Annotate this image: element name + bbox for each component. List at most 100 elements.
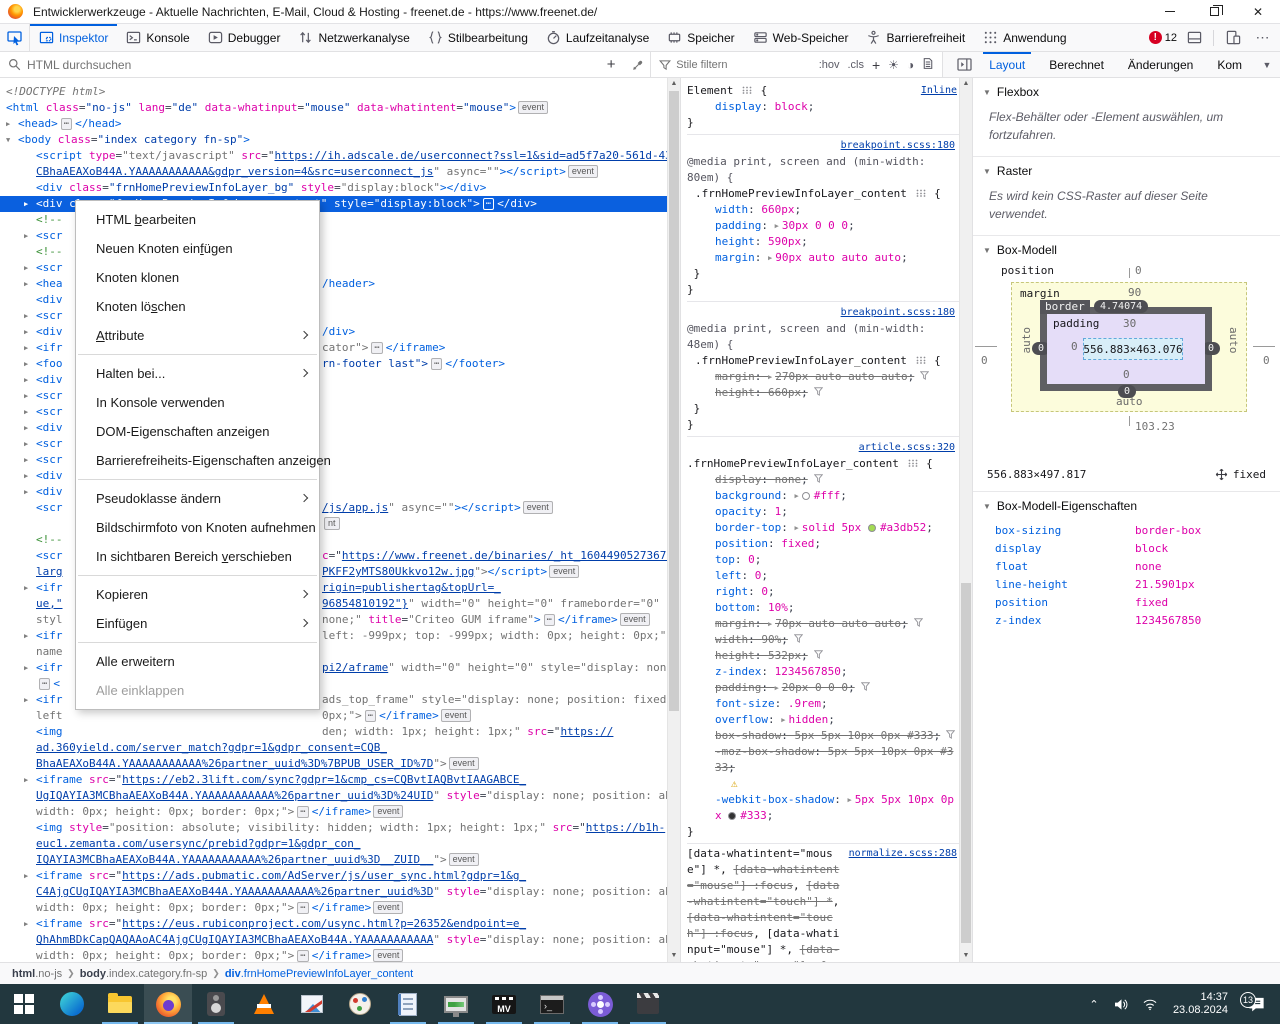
css-declaration[interactable]: padding: ▶ 30px 0 0 0;	[687, 218, 957, 234]
rule-selector[interactable]: [data-whatintent="mouse"] *, [data-whati…	[687, 846, 843, 962]
collapsed-children-badge[interactable]: ⋯	[297, 902, 309, 914]
event-badge[interactable]: nt	[324, 517, 340, 530]
margin-region[interactable]: margin 90 auto auto auto border 4.74074 …	[1011, 282, 1247, 412]
position-top-value[interactable]: 0	[1135, 264, 1142, 277]
expand-twisty-icon[interactable]: ▶	[24, 436, 36, 452]
breadcrumb-item-html[interactable]: html.no-js	[8, 968, 66, 980]
box-model-property-row[interactable]: z-index 1234567850	[995, 612, 1280, 630]
collapsed-children-badge[interactable]: ⋯	[364, 710, 377, 722]
rule-source-link[interactable]: break­point.scss:180	[841, 140, 955, 151]
tree-node-row[interactable]: ad.360yield.com/server_match?gdpr=1&gdpr…	[0, 740, 680, 756]
menu-item-edit-html[interactable]: HTML bearbeiten	[76, 205, 319, 234]
mv-app-icon[interactable]: MV	[480, 984, 528, 1024]
tree-node-row[interactable]: <div class="frnHomePreviewInfoLayer_bg" …	[0, 180, 680, 196]
css-declaration[interactable]: -moz-box-shadow: 5px 5px 10px 0px #333;	[687, 744, 957, 776]
css-declaration[interactable]: top: 0;	[687, 552, 957, 568]
margin-left-value[interactable]: auto	[1020, 327, 1033, 354]
terminal-icon[interactable]	[528, 984, 576, 1024]
photo-editor-icon[interactable]	[288, 984, 336, 1024]
css-declaration[interactable]: left: 0;	[687, 568, 957, 584]
media-player-icon[interactable]	[576, 984, 624, 1024]
css-declaration[interactable]: width: 660px;	[687, 202, 957, 218]
more-tabs-dropdown-button[interactable]: ▼	[1254, 53, 1280, 77]
taskbar-clock[interactable]: 14:37 23.08.2024	[1165, 991, 1236, 1017]
responsive-design-button[interactable]	[1220, 26, 1246, 50]
dark-theme-sim-button[interactable]: ◑	[903, 58, 918, 72]
css-declaration[interactable]: position: fixed;	[687, 536, 957, 552]
expand-twisty-icon[interactable]: ▶	[24, 308, 36, 324]
rule-selector[interactable]: .frnHomePreviewInfoLayer_content {	[687, 456, 957, 472]
tree-node-row[interactable]: <img den; width: 1px; height: 1px;" src="…	[0, 724, 680, 740]
event-badge[interactable]: event	[619, 613, 650, 626]
tab-storage[interactable]: Web-Speicher	[744, 24, 858, 51]
tab-network[interactable]: Netzwerkanalyse	[289, 24, 418, 51]
movie-app-icon[interactable]	[624, 984, 672, 1024]
paint-icon[interactable]	[336, 984, 384, 1024]
css-declaration[interactable]: z-index: 1234567850;	[687, 664, 957, 680]
css-declaration[interactable]: font-size: .9rem;	[687, 696, 957, 712]
rule-source-link[interactable]: Inline	[921, 83, 957, 99]
tree-node-row[interactable]: ▶ <iframe src="https://eus.rubiconproject…	[0, 916, 680, 932]
tree-node-row[interactable]: ▶ <iframe src="https://ads.pubmatic.com/A…	[0, 868, 680, 884]
system-monitor-icon[interactable]	[432, 984, 480, 1024]
expand-twisty-icon[interactable]: ▶	[24, 340, 36, 356]
filter-property-icon[interactable]	[793, 632, 804, 648]
margin-right-value[interactable]: auto	[1227, 327, 1240, 354]
tree-node-row[interactable]: ▶ <iframe src="https://eb2.3lift.com/sync…	[0, 772, 680, 788]
light-theme-sim-button[interactable]: ☀	[884, 58, 903, 72]
expand-twisty-icon[interactable]: ▶	[24, 372, 36, 388]
menu-item-change-pseudo-class[interactable]: Pseudoklasse ändern	[76, 484, 319, 513]
expand-twisty-icon[interactable]: ▶	[24, 692, 36, 708]
breadcrumb-item-div[interactable]: div.frnHomePreviewInfoLayer_content	[221, 968, 417, 980]
tree-node-row[interactable]: CBhaAEAXoB44A.YAAAAAAAAAAA&gdpr_version=…	[0, 164, 680, 180]
expand-twisty-icon[interactable]: ▶	[24, 260, 36, 276]
expand-twisty-icon[interactable]: ▶	[24, 628, 36, 644]
tree-node-row[interactable]: QhAhmBDkCapQAQAAoAC4AjgCUgIQAYIA3MCBhaAE…	[0, 932, 680, 948]
tab-debugger[interactable]: Debugger	[199, 24, 290, 51]
expand-twisty-icon[interactable]: ▶	[24, 868, 36, 884]
menu-item-create-new-node[interactable]: Neuen Knoten einfügen	[76, 234, 319, 263]
color-swatch[interactable]	[728, 812, 737, 820]
tab-performance[interactable]: Laufzeitanalyse	[537, 24, 658, 51]
position-bottom-value[interactable]: 103.23	[1135, 420, 1175, 433]
menu-item-use-in-console[interactable]: In Konsole verwenden	[76, 388, 319, 417]
menu-item-duplicate-node[interactable]: Knoten klonen	[76, 263, 319, 292]
breadcrumb-item-body[interactable]: body.index.category.fn-sp	[76, 968, 212, 980]
border-top-value[interactable]: 4.74074	[1094, 300, 1149, 313]
markup-scrollbar[interactable]: ▲ ▼	[667, 78, 680, 962]
expand-twisty-icon[interactable]: ▶	[24, 324, 36, 340]
collapsed-children-badge[interactable]: ⋯	[39, 678, 51, 690]
css-declaration[interactable]: -webkit-box-shadow: ▶ 5px 5px 10px 0px #3…	[687, 792, 957, 824]
expand-twisty-icon[interactable]: ▶	[24, 228, 36, 244]
pick-element-button[interactable]	[0, 24, 30, 51]
print-media-sim-button[interactable]	[918, 57, 942, 73]
event-badge[interactable]: event	[373, 805, 404, 818]
css-declaration[interactable]: bottom: 10%;	[687, 600, 957, 616]
css-declaration[interactable]: height: 532px;	[687, 648, 957, 664]
collapsed-children-badge[interactable]: ⋯	[297, 806, 309, 818]
three-pane-toggle-button[interactable]	[951, 53, 977, 77]
expand-twisty-icon[interactable]: ▶	[24, 772, 36, 788]
tree-node-row[interactable]: width: 0px; height: 0px; border: 0px;"> ⋯…	[0, 948, 680, 962]
color-swatch[interactable]	[867, 524, 876, 532]
css-declaration[interactable]: display: block;	[687, 99, 957, 115]
rule-source-link[interactable]: normalize.scss:288	[849, 846, 957, 862]
vlc-icon[interactable]	[240, 984, 288, 1024]
css-declaration[interactable]: padding: ▶ 20px 0 0 0;	[687, 680, 957, 696]
menu-item-show-dom-properties[interactable]: DOM-Eigenschaften anzeigen	[76, 417, 319, 446]
content-region[interactable]: 556.883×463.076	[1083, 338, 1183, 360]
collapsed-children-badge[interactable]: ⋯	[543, 614, 556, 626]
collapsed-children-badge[interactable]: ⋯	[371, 342, 383, 354]
toggle-class-button[interactable]: .cls	[843, 59, 868, 71]
css-declaration[interactable]: box-shadow: 5px 5px 10px 0px #333;	[687, 728, 957, 744]
box-model-property-row[interactable]: display block	[995, 540, 1280, 558]
tree-node-row[interactable]: <html class="no-js" lang="de" data-whati…	[0, 100, 680, 116]
rules-scrollbar[interactable]: ▲ ▼	[959, 78, 972, 962]
collapsed-children-badge[interactable]: ⋯	[482, 198, 495, 210]
event-badge[interactable]: event	[440, 709, 471, 722]
minimize-button[interactable]	[1148, 0, 1192, 24]
tree-node-row[interactable]: UgIQAYIA3MCBhaAEAXoB44A.YAAAAAAAAAAA%26p…	[0, 788, 680, 804]
expand-twisty-icon[interactable]: ▶	[24, 580, 36, 596]
tree-node-row[interactable]: left 0px;"> ⋯ </iframe> event	[0, 708, 680, 724]
css-declaration[interactable]: width: 90%;	[687, 632, 957, 648]
